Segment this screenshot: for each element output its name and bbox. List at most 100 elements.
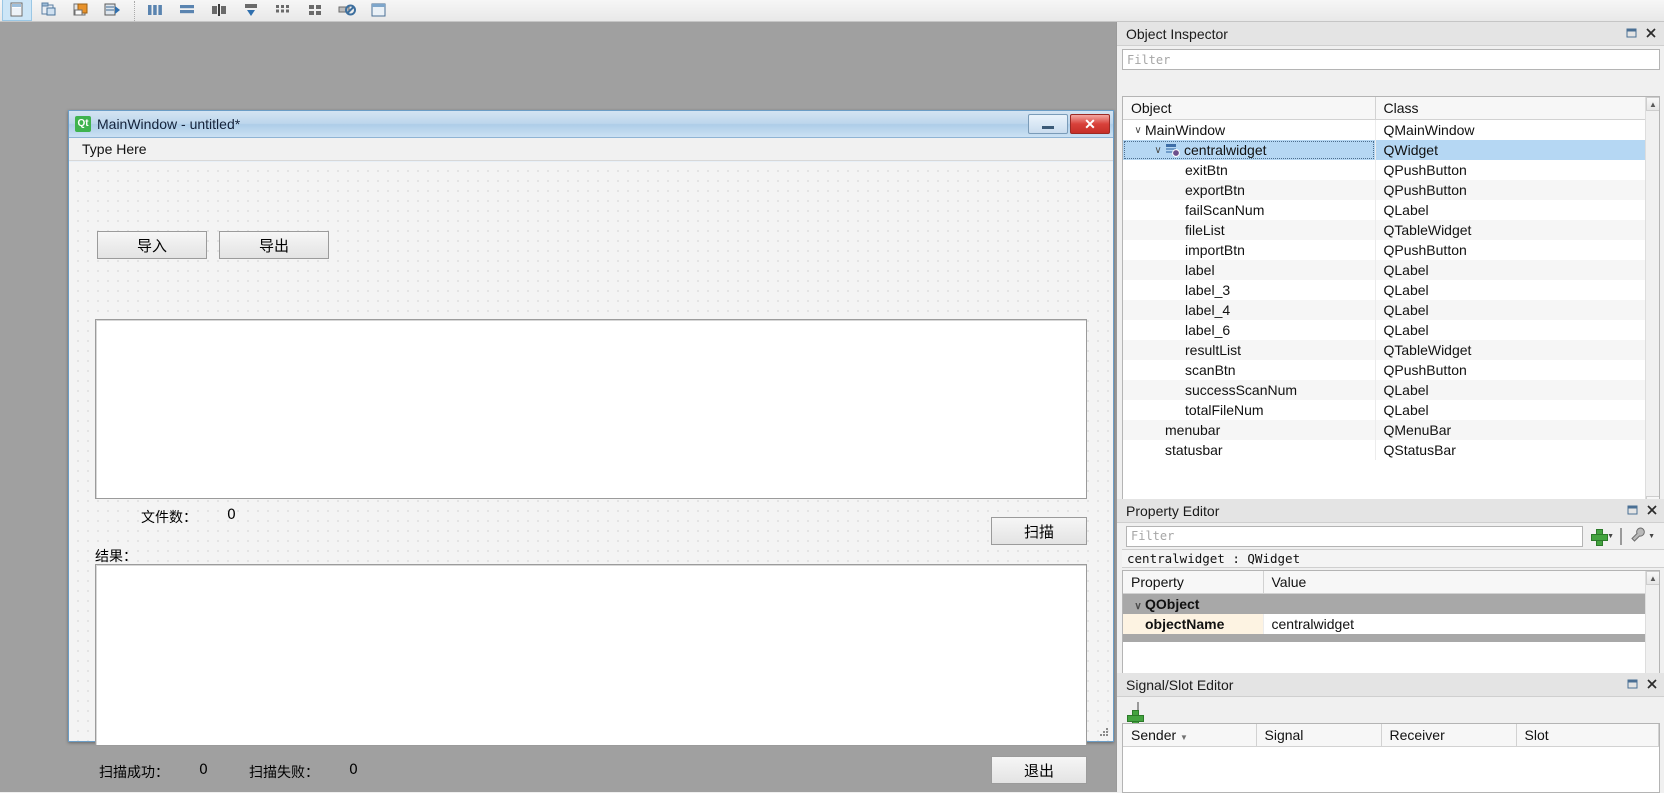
object-tree-row[interactable]: label_6 QLabel [1123, 320, 1659, 340]
break-layout-icon[interactable] [332, 0, 362, 21]
object-tree-row[interactable]: statusbar QStatusBar [1123, 440, 1659, 460]
object-tree-row[interactable]: ∨ centralwidget QWidget [1123, 140, 1659, 160]
column-receiver[interactable]: Receiver [1381, 724, 1517, 747]
layout-grid-icon[interactable] [268, 0, 298, 21]
object-name-label: label_4 [1185, 302, 1231, 318]
object-inspector-float-icon[interactable] [1625, 26, 1641, 42]
signal-slot-float-icon[interactable] [1626, 677, 1642, 693]
form-menubar[interactable]: Type Here [69, 138, 1113, 161]
file-list-table[interactable] [95, 319, 1087, 499]
object-tree-row[interactable]: label QLabel [1123, 260, 1659, 280]
property-table-body: ∨ QObject objectName centralwidget [1123, 593, 1659, 642]
object-tree-row[interactable]: totalFileNum QLabel [1123, 400, 1659, 420]
result-list-table[interactable] [95, 564, 1087, 746]
close-button[interactable]: ✕ [1070, 114, 1110, 134]
object-name-label: MainWindow [1145, 122, 1226, 138]
object-name-cell: exitBtn [1123, 160, 1376, 180]
object-inspector-filter-input[interactable]: Filter [1122, 49, 1660, 70]
object-tree-row[interactable]: label_4 QLabel [1123, 300, 1659, 320]
adjust-size-icon[interactable] [364, 0, 394, 21]
column-signal[interactable]: Signal [1256, 724, 1382, 747]
column-class[interactable]: Class [1375, 97, 1659, 120]
form-titlebar[interactable]: Qt MainWindow - untitled* ✕ [69, 111, 1113, 138]
object-tree-row[interactable]: scanBtn QPushButton [1123, 360, 1659, 380]
property-editor-class-line: centralwidget : QWidget [1122, 549, 1664, 568]
property-editor-filter-input[interactable]: Filter [1126, 525, 1584, 547]
object-tree-row[interactable]: ∨ MainWindow QMainWindow [1123, 119, 1659, 140]
object-name-cell: label_4 [1123, 300, 1376, 320]
object-class-cell: QPushButton [1375, 160, 1659, 180]
object-class-cell: QStatusBar [1375, 440, 1659, 460]
export-button[interactable]: 导出 [219, 231, 329, 259]
scroll-up-icon[interactable]: ▲ [1646, 97, 1659, 111]
open-form-icon[interactable] [34, 0, 64, 21]
object-name-label: successScanNum [1185, 382, 1298, 398]
object-tree-row[interactable]: exitBtn QPushButton [1123, 160, 1659, 180]
property-group-row[interactable]: ∨ QObject [1123, 593, 1659, 614]
object-name-cell: statusbar [1123, 440, 1376, 460]
property-table: Property Value ∨ QObject objectName central… [1123, 571, 1659, 642]
object-class-cell: QWidget [1375, 140, 1659, 160]
property-table-header: Property Value [1123, 571, 1659, 594]
property-name-cell: objectName [1123, 614, 1264, 634]
print-preview-icon[interactable] [98, 0, 128, 21]
signal-slot-close-icon[interactable] [1645, 677, 1661, 693]
signal-slot-toolrow [1117, 697, 1664, 723]
object-inspector-scrollbar[interactable]: ▲ ▼ [1645, 97, 1659, 510]
object-tree-table: Object Class ∨ MainWindow QMainWindow ∨ cent… [1123, 97, 1659, 460]
column-value[interactable]: Value [1263, 571, 1659, 594]
object-tree-row[interactable]: failScanNum QLabel [1123, 200, 1659, 220]
object-class-cell: QLabel [1375, 260, 1659, 280]
layout-vertically-icon[interactable] [172, 0, 202, 21]
object-tree-row[interactable]: exportBtn QPushButton [1123, 180, 1659, 200]
property-group-row-partial[interactable] [1123, 634, 1659, 642]
property-row[interactable]: objectName centralwidget [1123, 614, 1659, 634]
object-tree-row[interactable]: successScanNum QLabel [1123, 380, 1659, 400]
pe-scroll-up-icon[interactable]: ▲ [1646, 571, 1659, 585]
scan-button[interactable]: 扫描 [991, 517, 1087, 545]
minimize-button[interactable] [1028, 114, 1068, 134]
new-form-icon[interactable] [2, 0, 32, 21]
object-name-label: statusbar [1165, 442, 1223, 458]
object-name-label: exitBtn [1185, 162, 1228, 178]
remove-property-button[interactable] [1620, 527, 1623, 545]
object-name-cell: resultList [1123, 340, 1376, 360]
property-value-cell[interactable]: centralwidget [1263, 614, 1659, 634]
chevron-down-icon[interactable]: ∨ [1131, 601, 1145, 612]
object-tree-row[interactable]: resultList QTableWidget [1123, 340, 1659, 360]
object-tree-row[interactable]: fileList QTableWidget [1123, 220, 1659, 240]
chevron-down-icon[interactable]: ∨ [1151, 145, 1165, 156]
property-group-cell: ∨ QObject [1123, 593, 1659, 614]
column-object[interactable]: Object [1123, 97, 1376, 120]
object-tree-row[interactable]: label_3 QLabel [1123, 280, 1659, 300]
object-name-cell: scanBtn [1123, 360, 1376, 380]
layout-splitter-horizontal-icon[interactable] [204, 0, 234, 21]
form-window[interactable]: Qt MainWindow - untitled* ✕ Type Here 导入… [68, 110, 1114, 784]
object-class-cell: QLabel [1375, 200, 1659, 220]
property-editor-close-icon[interactable] [1645, 503, 1661, 519]
object-name-cell: failScanNum [1123, 200, 1376, 220]
form-body: 导入 导出 文件数： 0 扫描 结果： 扫描成功： 0 扫描失败： 0 退出 [69, 162, 1113, 784]
column-property[interactable]: Property [1123, 571, 1264, 594]
menubar-type-here[interactable]: Type Here [75, 139, 154, 159]
object-tree-row[interactable]: importBtn QPushButton [1123, 240, 1659, 260]
exit-button[interactable]: 退出 [991, 756, 1087, 784]
object-name-label: label_3 [1185, 282, 1231, 298]
add-property-button[interactable]: ▼ [1591, 528, 1614, 546]
import-button[interactable]: 导入 [97, 231, 207, 259]
column-sender[interactable]: Sender ▼ [1123, 724, 1257, 747]
layout-splitter-vertical-icon[interactable] [236, 0, 266, 21]
object-inspector-tree[interactable]: Object Class ∨ MainWindow QMainWindow ∨ cent… [1122, 96, 1660, 511]
chevron-down-icon[interactable]: ∨ [1131, 125, 1145, 136]
resize-grip-icon[interactable] [1098, 726, 1110, 738]
signal-slot-table-container[interactable]: Sender ▼ Signal Receiver Slot [1122, 723, 1660, 793]
object-inspector-close-icon[interactable] [1644, 26, 1660, 42]
layout-horizontally-icon[interactable] [140, 0, 170, 21]
configure-property-button[interactable]: ▼ [1630, 526, 1655, 546]
property-editor-float-icon[interactable] [1626, 503, 1642, 519]
layout-form-icon[interactable] [300, 0, 330, 21]
column-slot[interactable]: Slot [1516, 724, 1659, 747]
object-class-cell: QMainWindow [1375, 119, 1659, 140]
object-tree-row[interactable]: menubar QMenuBar [1123, 420, 1659, 440]
save-form-icon[interactable] [66, 0, 96, 21]
